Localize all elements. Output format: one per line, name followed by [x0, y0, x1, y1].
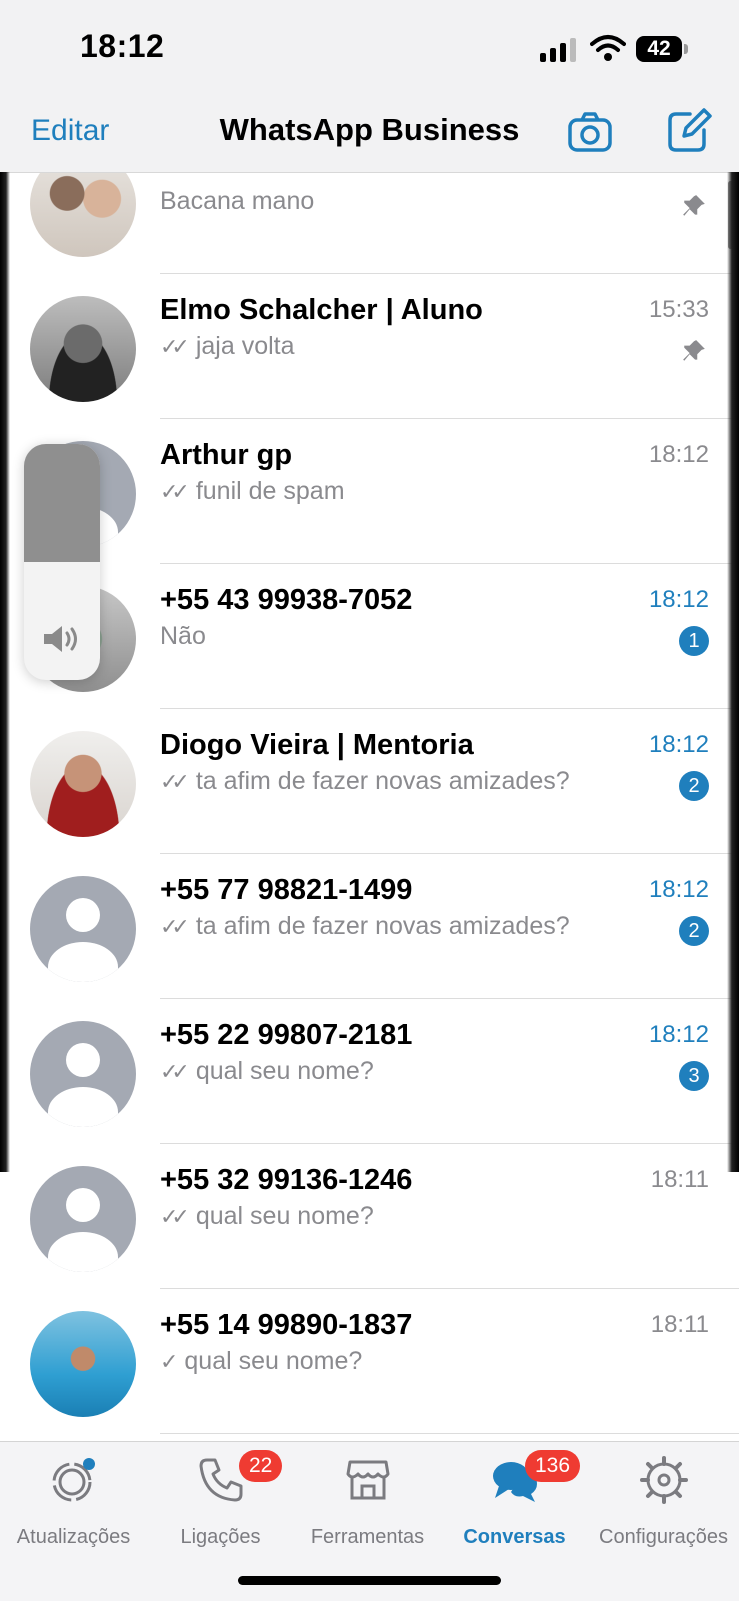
- chat-time: 15:33: [648, 296, 709, 323]
- double-check-icon: ✓✓: [160, 914, 190, 939]
- updates-icon: [52, 1458, 95, 1502]
- chat-row[interactable]: +55 77 98821-1499 ✓✓ ta afim de fazer no…: [0, 854, 739, 999]
- volume-slider[interactable]: [24, 444, 100, 680]
- chat-time: 18:12: [648, 441, 709, 468]
- chat-preview-text: qual seu nome?: [195, 1057, 374, 1085]
- double-check-icon: ✓✓: [160, 334, 190, 359]
- chat-preview-text: qual seu nome?: [184, 1347, 363, 1375]
- battery-icon: 42: [636, 36, 682, 62]
- chat-preview-text: jaja volta: [195, 332, 295, 360]
- avatar: [30, 731, 136, 837]
- unread-badge: 2: [679, 916, 709, 946]
- chats-badge: 136: [525, 1450, 581, 1482]
- home-indicator[interactable]: [238, 1576, 501, 1585]
- chat-name: Elmo Schalcher | Aluno: [160, 294, 483, 326]
- chat-time: 18:12: [648, 876, 709, 903]
- gear-icon: [639, 1456, 688, 1504]
- chat-preview: ✓ qual seu nome?: [160, 1347, 362, 1376]
- avatar: [30, 296, 136, 402]
- chat-preview: ✓✓ ta afim de fazer novas amizades?: [160, 767, 570, 796]
- chat-name: +55 77 98821-1499: [160, 874, 413, 906]
- unread-badge: 3: [679, 1061, 709, 1091]
- chat-preview: Não: [160, 622, 206, 651]
- chat-preview-text: Não: [160, 622, 206, 650]
- pin-icon: [683, 195, 705, 216]
- phone-icon: [199, 1458, 242, 1502]
- chat-name: Diogo Vieira | Mentoria: [160, 729, 474, 761]
- chat-preview: ✓✓ ta afim de fazer novas amizades?: [160, 912, 570, 941]
- unread-badge: 2: [679, 771, 709, 801]
- chat-row[interactable]: +55 32 99136-1246 ✓✓ qual seu nome? 18:1…: [0, 1144, 739, 1289]
- tab-label: Configurações: [599, 1526, 728, 1548]
- page-title: WhatsApp Business: [219, 112, 520, 147]
- avatar: [30, 1166, 136, 1272]
- tab-label: Conversas: [463, 1526, 566, 1548]
- avatar: [30, 876, 136, 982]
- tab-label: Atualizações: [16, 1526, 131, 1548]
- tab-tools[interactable]: Ferramentas: [294, 1456, 441, 1548]
- chat-preview-text: ta afim de fazer novas amizades?: [195, 767, 570, 795]
- double-check-icon: ✓✓: [160, 1059, 190, 1084]
- battery-tip: [684, 44, 688, 54]
- chat-preview-text: Bacana mano: [160, 187, 315, 215]
- cellular-signal-icon: [540, 38, 580, 62]
- chat-row[interactable]: +55 14 99890-1837 ✓ qual seu nome? 18:11: [0, 1289, 739, 1434]
- unread-badge: 1: [679, 626, 709, 656]
- screen-edge: [0, 172, 10, 1172]
- screen-edge: [727, 172, 739, 1172]
- double-check-icon: ✓✓: [160, 769, 190, 794]
- chat-row[interactable]: Elmo Schalcher | Aluno ✓✓ jaja volta 15:…: [0, 274, 739, 419]
- tab-chats[interactable]: 136 Conversas: [441, 1450, 588, 1548]
- tab-settings[interactable]: Configurações: [590, 1456, 737, 1548]
- tab-label: Ligações: [180, 1526, 261, 1548]
- chat-row[interactable]: +55 22 99807-2181 ✓✓ qual seu nome? 18:1…: [0, 999, 739, 1144]
- avatar: [30, 1021, 136, 1127]
- speaker-icon: [44, 626, 77, 652]
- chat-list[interactable]: Bacana mano Elmo Schalcher | Aluno ✓✓ ja…: [0, 173, 739, 1441]
- chat-preview: Bacana mano: [160, 187, 314, 216]
- nav-bar: Editar WhatsApp Business: [0, 100, 739, 173]
- divider: [160, 1433, 739, 1434]
- chat-time: 18:12: [648, 731, 709, 758]
- volume-level-fill: [24, 444, 100, 562]
- chat-preview: ✓✓ jaja volta: [160, 332, 295, 361]
- status-time: 18:12: [80, 28, 165, 64]
- chat-preview: ✓✓ qual seu nome?: [160, 1057, 374, 1086]
- status-bar: 18:12 42: [0, 0, 739, 100]
- chat-time: 18:12: [648, 1021, 709, 1048]
- chat-name: +55 32 99136-1246: [160, 1164, 413, 1196]
- chat-row[interactable]: Arthur gp ✓✓ funil de spam 18:12: [0, 419, 739, 564]
- chat-time: 18:11: [650, 1166, 709, 1193]
- calls-badge: 22: [239, 1450, 283, 1482]
- chat-row[interactable]: Bacana mano: [0, 173, 739, 274]
- chat-preview-text: ta afim de fazer novas amizades?: [195, 912, 570, 940]
- double-check-icon: ✓✓: [160, 479, 190, 504]
- tab-label: Ferramentas: [310, 1526, 425, 1548]
- chat-preview-text: qual seu nome?: [195, 1202, 374, 1230]
- compose-icon[interactable]: [664, 106, 712, 154]
- chat-preview: ✓✓ qual seu nome?: [160, 1202, 374, 1231]
- chat-name: Arthur gp: [160, 439, 293, 471]
- chat-name: +55 22 99807-2181: [160, 1019, 413, 1051]
- wifi-icon: [590, 35, 626, 61]
- check-icon: ✓: [160, 1349, 179, 1374]
- chat-row[interactable]: Diogo Vieira | Mentoria ✓✓ ta afim de fa…: [0, 709, 739, 854]
- chat-row[interactable]: +55 43 99938-7052 Não 18:12 1: [0, 564, 739, 709]
- chat-name: +55 43 99938-7052: [160, 584, 413, 616]
- chat-preview: ✓✓ funil de spam: [160, 477, 345, 506]
- avatar: [30, 173, 136, 257]
- store-icon: [346, 1460, 389, 1500]
- pin-icon: [683, 340, 705, 361]
- chat-preview-text: funil de spam: [195, 477, 345, 505]
- chat-time: 18:12: [648, 586, 709, 613]
- tab-calls[interactable]: 22 Ligações: [147, 1450, 294, 1548]
- chat-time: 18:11: [650, 1311, 709, 1338]
- avatar: [30, 1311, 136, 1417]
- chat-name: +55 14 99890-1837: [160, 1309, 413, 1341]
- camera-icon[interactable]: [566, 108, 614, 156]
- double-check-icon: ✓✓: [160, 1204, 190, 1229]
- tab-updates[interactable]: Atualizações: [0, 1456, 147, 1548]
